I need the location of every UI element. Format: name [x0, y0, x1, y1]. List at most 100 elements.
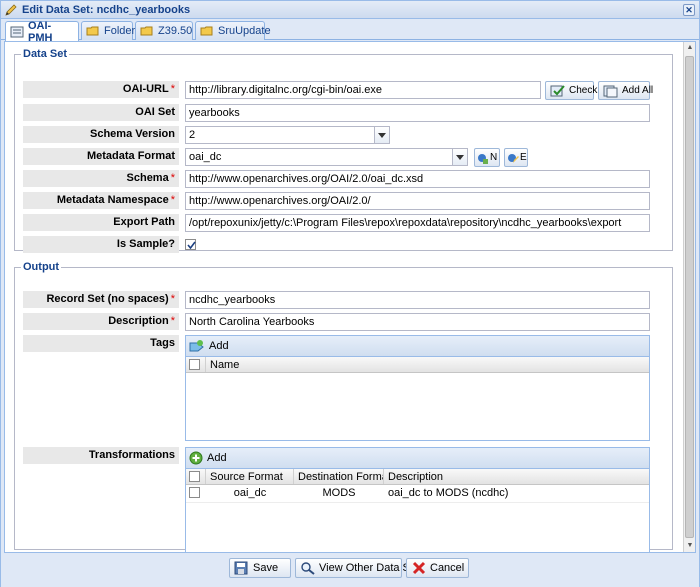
chevron-down-icon[interactable] [452, 149, 467, 165]
row-checkbox[interactable] [189, 487, 200, 498]
check-button[interactable]: Check [545, 81, 597, 100]
form-body: Data Set OAI-URL * http://library.digital… [4, 41, 696, 553]
select-all-tags-cell [186, 357, 206, 372]
oai-tab-icon [10, 26, 24, 38]
transformations-grid-header: Source Format Destination Format Descrip… [186, 469, 649, 485]
tab-z3950[interactable]: Z39.50 [135, 21, 193, 40]
vertical-scrollbar[interactable]: ▲ ▼ [683, 42, 695, 552]
metadata-namespace-input[interactable]: http://www.openarchives.org/OAI/2.0/ [185, 192, 650, 210]
scroll-down-icon[interactable]: ▼ [685, 541, 695, 551]
tab-folder[interactable]: Folder [81, 21, 136, 40]
oai-set-input[interactable]: yearbooks [185, 104, 650, 122]
tab-label: Folder [104, 25, 136, 37]
add-tag-button[interactable]: Add [189, 339, 229, 353]
cancel-button[interactable]: Cancel [406, 558, 469, 578]
edit-format-icon [507, 151, 519, 165]
cell-destination-format: MODS [322, 487, 356, 499]
schema-version-select[interactable]: 2 [185, 126, 390, 144]
new-metadata-format-button[interactable]: N [474, 148, 500, 167]
tags-grid-header: Name [186, 357, 649, 373]
dataset-fieldset: Data Set OAI-URL * http://library.digital… [14, 48, 673, 253]
add-transformation-button[interactable]: Add [189, 451, 227, 465]
window-titlebar[interactable]: Edit Data Set: ncdhc_yearbooks ✕ [1, 1, 699, 19]
record-set-input[interactable]: ncdhc_yearbooks [185, 291, 650, 309]
schema-version-row: Schema Version 2 [23, 126, 668, 144]
is-sample-label: Is Sample? [23, 236, 179, 253]
is-sample-checkbox[interactable] [185, 239, 196, 250]
transformations-toolbar: Add [186, 448, 649, 469]
export-path-label: Export Path [23, 214, 179, 231]
oai-set-row: OAI Set yearbooks [23, 104, 668, 122]
description-row: Description * North Carolina Yearbooks [23, 313, 668, 331]
column-header-description[interactable]: Description [384, 469, 649, 484]
output-legend: Output [23, 261, 60, 273]
output-fieldset: Output Record Set (no spaces) * ncdhc_yea… [14, 261, 673, 552]
column-header-destination-format[interactable]: Destination Format [294, 469, 384, 484]
folder-icon [86, 25, 100, 37]
tab-sruupdate[interactable]: SruUpdate [195, 21, 271, 40]
metadata-format-value: oai_dc [189, 151, 222, 163]
new-format-icon [477, 151, 489, 165]
folder-icon [140, 25, 154, 37]
tags-grid: Add Name [185, 335, 650, 441]
select-all-checkbox[interactable] [189, 359, 200, 370]
oai-set-label: OAI Set [23, 104, 179, 121]
tab-label: Z39.50 [158, 25, 193, 37]
transformations-grid: Add Source Format Destination Format Des… [185, 447, 650, 552]
schema-input[interactable]: http://www.openarchives.org/OAI/2.0/oai_… [185, 170, 650, 188]
select-all-checkbox[interactable] [189, 471, 200, 482]
add-icon [189, 451, 203, 465]
view-other-dataset-button[interactable]: View Other Data Set [295, 558, 419, 578]
schema-version-label: Schema Version [23, 126, 179, 143]
cell-description: oai_dc to MODS (ncdhc) [388, 487, 509, 499]
tag-add-icon [189, 339, 205, 353]
close-icon[interactable]: ✕ [683, 4, 695, 16]
tab-label: SruUpdate [218, 25, 271, 37]
window-title: Edit Data Set: ncdhc_yearbooks [22, 3, 191, 16]
transformations-row: Transformations Add Source Format Destin… [23, 447, 668, 552]
record-set-label: Record Set (no spaces) * [23, 291, 179, 308]
column-header-name[interactable]: Name [206, 357, 649, 372]
cell-source-format: oai_dc [233, 487, 267, 499]
description-input[interactable]: North Carolina Yearbooks [185, 313, 650, 331]
record-set-row: Record Set (no spaces) * ncdhc_yearbooks [23, 291, 668, 309]
metadata-format-select[interactable]: oai_dc [185, 148, 468, 166]
oai-url-row: OAI-URL * http://library.digitalnc.org/cg… [23, 81, 668, 100]
scrollbar-thumb[interactable] [685, 56, 694, 538]
description-label: Description * [23, 313, 179, 330]
pencil-icon [4, 3, 18, 17]
metadata-namespace-row: Metadata Namespace * http://www.openarchi… [23, 192, 668, 210]
add-all-button[interactable]: Add All [598, 81, 653, 100]
metadata-format-row: Metadata Format oai_dc N E [23, 148, 668, 167]
transformations-label: Transformations [23, 447, 179, 464]
scroll-up-icon[interactable]: ▲ [685, 43, 695, 53]
is-sample-row: Is Sample? [23, 236, 668, 253]
schema-row: Schema * http://www.openarchives.org/OAI/… [23, 170, 668, 188]
magnifier-icon [300, 561, 316, 575]
check-icon [550, 84, 566, 98]
metadata-namespace-label: Metadata Namespace * [23, 192, 179, 209]
folder-icon [200, 25, 214, 37]
schema-version-value: 2 [189, 129, 196, 141]
footer-toolbar: Save View Other Data Set Cancel [1, 554, 699, 587]
oai-url-input[interactable]: http://library.digitalnc.org/cgi-bin/oai… [185, 81, 541, 99]
table-row[interactable]: oai_dc MODS oai_dc to MODS (ncdhc) [186, 485, 649, 503]
chevron-down-icon[interactable] [374, 127, 389, 143]
dataset-legend: Data Set [23, 48, 68, 60]
export-path-input[interactable]: /opt/repoxunix/jetty/c:\Program Files\re… [185, 214, 650, 232]
save-icon [234, 561, 250, 575]
select-all-transformations-cell [186, 469, 206, 484]
tab-oai-pmh[interactable]: OAI-PMH [5, 20, 79, 44]
cancel-icon [411, 561, 427, 575]
row-select-cell [186, 485, 206, 502]
tags-row: Tags Add Name [23, 335, 668, 441]
export-path-row: Export Path /opt/repoxunix/jetty/c:\Prog… [23, 214, 668, 232]
edit-metadata-format-button[interactable]: E [504, 148, 528, 167]
tags-label: Tags [23, 335, 179, 352]
column-header-source-format[interactable]: Source Format [206, 469, 294, 484]
tags-toolbar: Add [186, 336, 649, 357]
metadata-format-label: Metadata Format [23, 148, 179, 165]
edit-dataset-window: Edit Data Set: ncdhc_yearbooks ✕ OAI-PMH… [0, 0, 700, 587]
oai-url-label: OAI-URL * [23, 81, 179, 98]
save-button[interactable]: Save [229, 558, 291, 578]
